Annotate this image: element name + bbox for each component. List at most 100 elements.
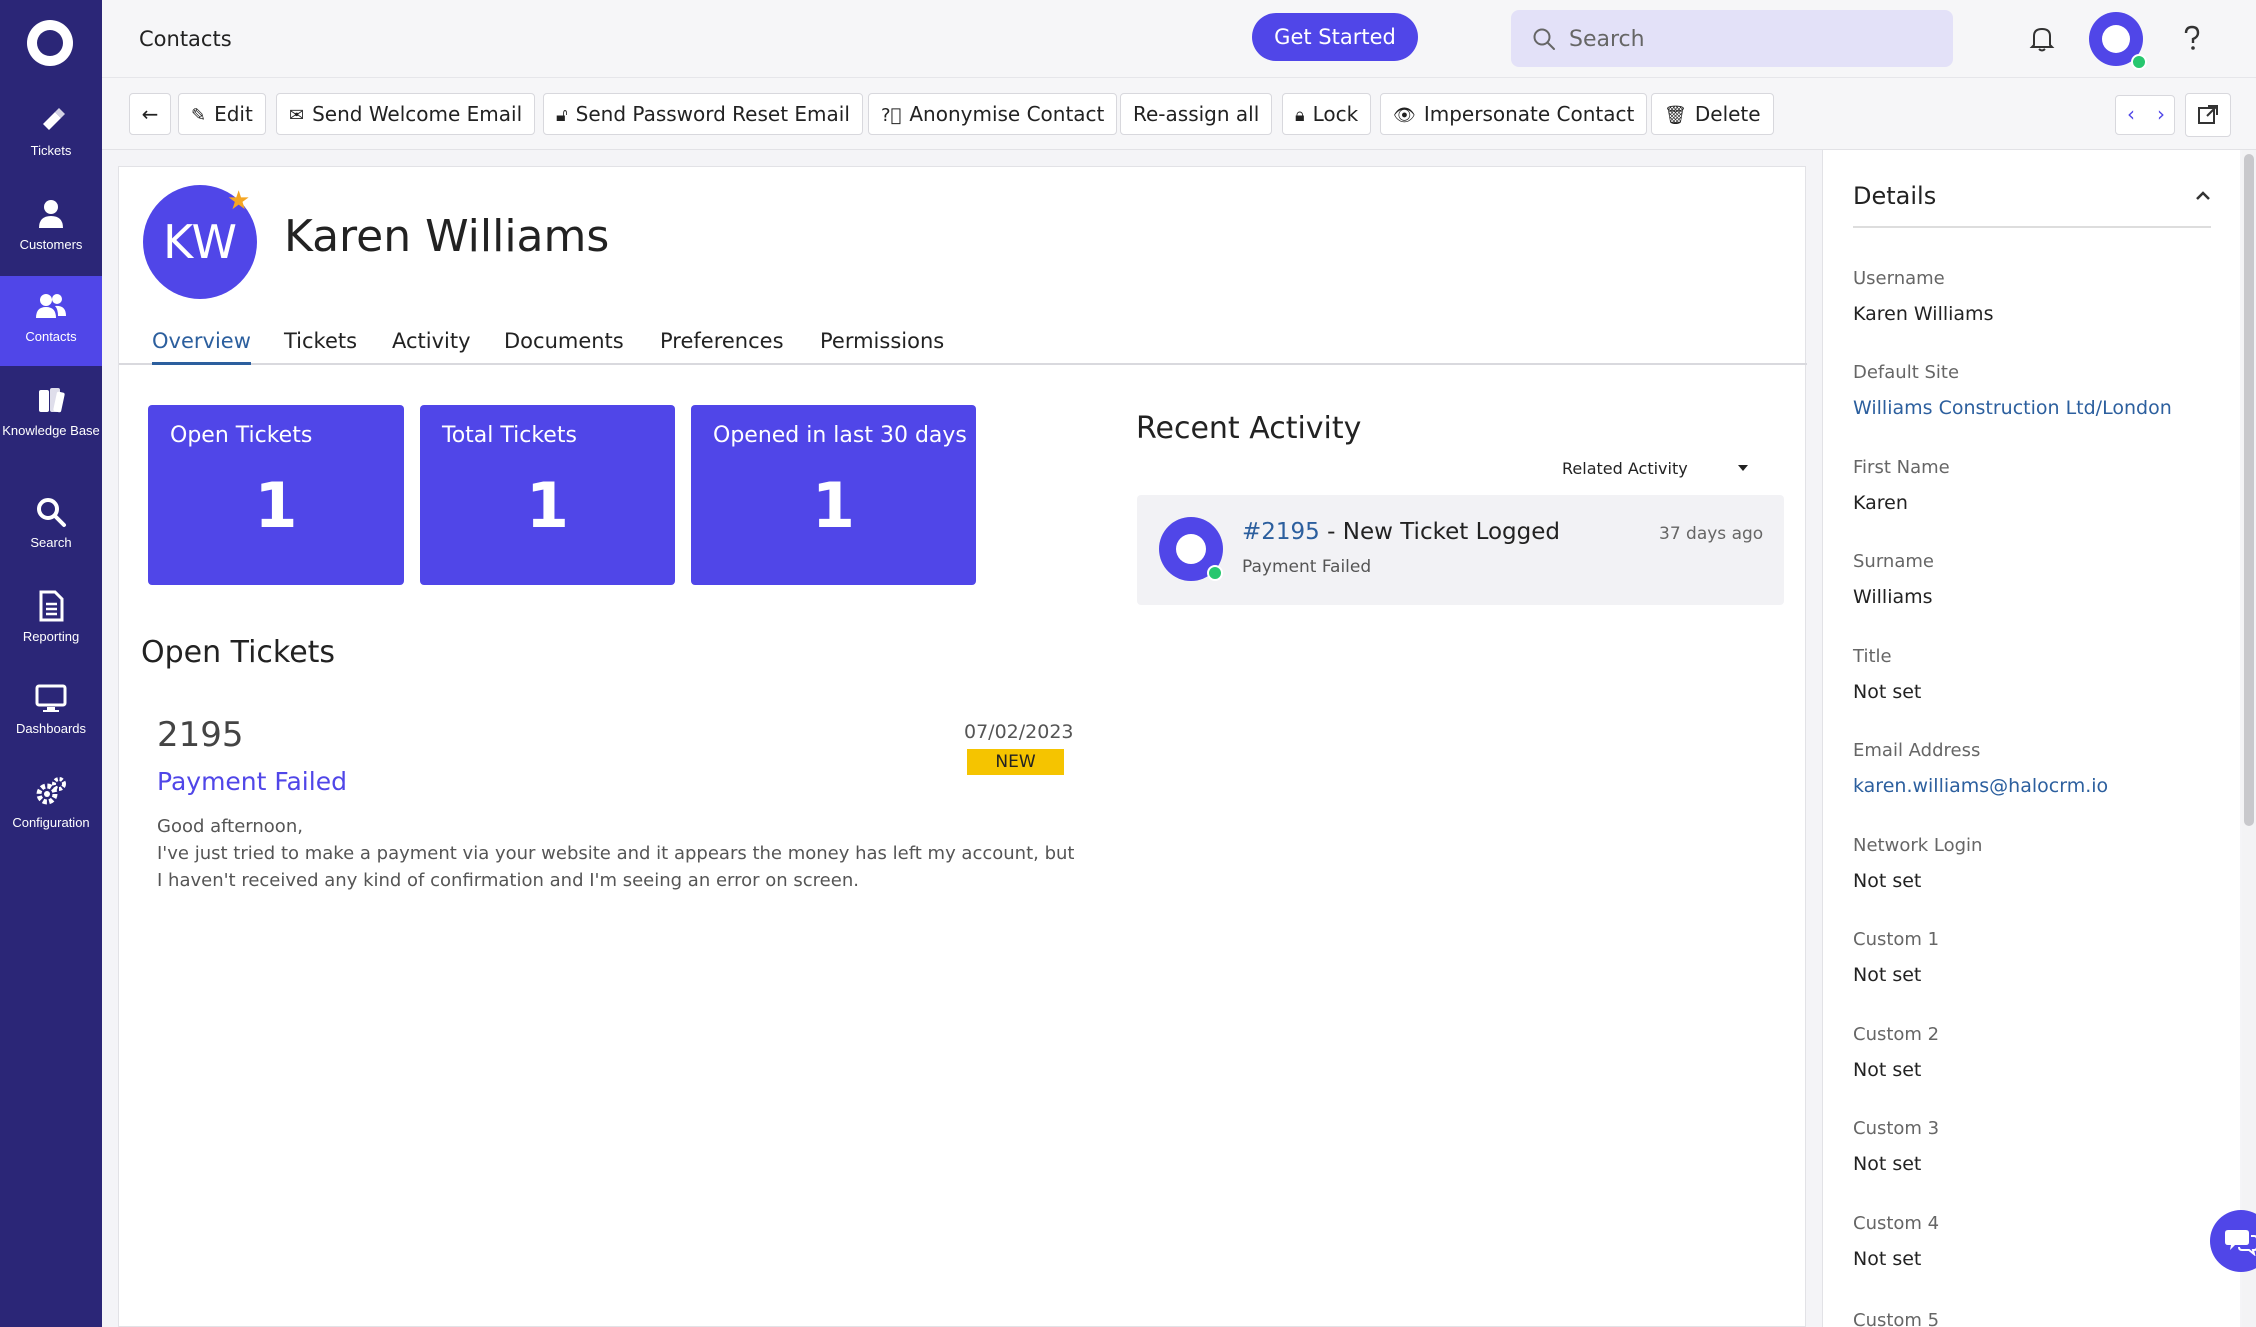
search-icon: [37, 498, 66, 527]
impersonate-contact-button[interactable]: 👁︎ Impersonate Contact: [1380, 93, 1648, 135]
scrollbar-thumb[interactable]: [2244, 154, 2254, 826]
field-label: Title: [1853, 646, 1892, 667]
sidebar-item-search[interactable]: Search: [0, 482, 102, 572]
sidebar-item-reporting[interactable]: Reporting: [0, 576, 102, 666]
search-input[interactable]: [1569, 22, 1929, 56]
field-label: Custom 3: [1853, 1118, 1940, 1139]
activity-time: 37 days ago: [1659, 524, 1764, 544]
delete-button[interactable]: 🗑︎ Delete: [1651, 93, 1774, 135]
sidebar-item-dashboards[interactable]: Dashboards: [0, 668, 102, 758]
details-divider: [1853, 226, 2211, 228]
stat-card-opened-last-30-days[interactable]: Opened in last 30 days 1: [691, 405, 976, 585]
field-label: Email Address: [1853, 740, 1981, 761]
ticket-body-line: I've just tried to make a payment via yo…: [157, 843, 1075, 864]
get-started-button[interactable]: Get Started: [1252, 13, 1418, 61]
tab-preferences[interactable]: Preferences: [660, 329, 784, 353]
field-title: Title Not set: [1853, 646, 1921, 703]
tab-activity[interactable]: Activity: [392, 329, 471, 353]
search-box[interactable]: [1511, 10, 1953, 67]
related-activity-dropdown[interactable]: Related Activity: [1562, 459, 1762, 478]
ticket-subject-link[interactable]: Payment Failed: [157, 767, 347, 796]
field-label: Surname: [1853, 551, 1934, 572]
ticket-icon: [43, 108, 65, 130]
activity-item[interactable]: #2195 - New Ticket Logged Payment Failed…: [1137, 495, 1784, 605]
field-value: Not set: [1853, 1248, 1922, 1270]
question-circle-icon: ?⃝: [881, 105, 902, 126]
sidebar-item-label: Knowledge Base: [2, 423, 100, 438]
send-welcome-email-button[interactable]: ✉ Send Welcome Email: [276, 93, 536, 135]
record-navigation: ‹ ›: [2115, 95, 2175, 135]
report-icon: [39, 590, 64, 622]
contact-tabs: Overview Tickets Activity Documents Pref…: [119, 319, 1807, 365]
open-in-new-window-button[interactable]: [2185, 93, 2231, 137]
sidebar-item-contacts[interactable]: Contacts: [0, 276, 102, 366]
contact-main-panel: KW ★ Karen Williams Overview Tickets Act…: [118, 166, 1807, 1327]
activity-ticket-link[interactable]: #2195: [1242, 519, 1320, 545]
tab-tickets[interactable]: Tickets: [284, 329, 357, 353]
field-custom-1: Custom 1 Not set: [1853, 929, 1939, 986]
sidebar-item-label: Reporting: [22, 629, 80, 644]
unlock-icon: 🔓︎: [556, 105, 568, 126]
bell-icon[interactable]: [2025, 21, 2059, 55]
default-site-link[interactable]: Williams Construction Ltd/London: [1853, 397, 2172, 419]
field-label: Custom 5: [1853, 1310, 1940, 1327]
sidebar-item-label: Dashboards: [15, 721, 87, 736]
user-avatar[interactable]: [2089, 12, 2147, 70]
edit-icon: ✎: [191, 105, 207, 126]
field-value: Not set: [1853, 964, 1922, 986]
stat-card-open-tickets[interactable]: Open Tickets 1: [148, 405, 404, 585]
stat-card-total-tickets[interactable]: Total Tickets 1: [420, 405, 675, 585]
field-label: Custom 2: [1853, 1024, 1940, 1045]
field-first-name: First Name Karen: [1853, 457, 1950, 514]
activity-separator: -: [1319, 519, 1343, 545]
email-address-link[interactable]: karen.williams@halocrm.io: [1853, 775, 2108, 797]
anonymise-contact-button[interactable]: ?⃝ Anonymise Contact: [868, 93, 1118, 135]
tab-permissions[interactable]: Permissions: [820, 329, 944, 353]
sidebar-item-label: Configuration: [12, 815, 90, 830]
field-custom-5: Custom 5: [1853, 1310, 1939, 1327]
field-network-login: Network Login Not set: [1853, 835, 1982, 892]
tab-overview[interactable]: Overview: [152, 329, 251, 365]
field-value: Williams: [1853, 586, 1933, 608]
gears-icon: [36, 777, 66, 805]
send-password-reset-email-button[interactable]: 🔓︎ Send Password Reset Email: [543, 93, 863, 135]
field-label: Username: [1853, 268, 1945, 289]
previous-record-button[interactable]: ‹: [2116, 102, 2146, 126]
next-record-button[interactable]: ›: [2146, 102, 2176, 126]
lock-button[interactable]: 🔒︎ Lock: [1282, 93, 1372, 135]
field-value: Not set: [1853, 681, 1922, 703]
sidebar: Tickets Customers Contacts Knowledge Bas…: [0, 0, 102, 1327]
online-status-dot: [2131, 54, 2147, 70]
stat-value: 1: [811, 469, 856, 542]
edit-label: Edit: [214, 102, 253, 126]
activity-subtitle: Payment Failed: [1242, 557, 1372, 577]
field-custom-2: Custom 2 Not set: [1853, 1024, 1939, 1081]
stat-label: Open Tickets: [170, 423, 313, 448]
stat-label: Opened in last 30 days: [713, 423, 967, 448]
field-label: Custom 1: [1853, 929, 1940, 950]
monitor-icon: [35, 684, 67, 712]
app-logo[interactable]: [27, 20, 73, 66]
sidebar-item-knowledge-base[interactable]: Knowledge Base: [0, 370, 102, 460]
delete-label: Delete: [1694, 102, 1761, 126]
sidebar-item-tickets[interactable]: Tickets: [0, 90, 102, 180]
details-scrollbar[interactable]: [2242, 150, 2256, 1327]
page-title: Contacts: [139, 27, 232, 51]
sidebar-item-customers[interactable]: Customers: [0, 184, 102, 274]
field-label: Network Login: [1853, 835, 1983, 856]
help-icon[interactable]: [2175, 21, 2209, 55]
activity-text: New Ticket Logged: [1342, 519, 1560, 545]
edit-button[interactable]: ✎ Edit: [178, 93, 266, 135]
lock-label: Lock: [1312, 102, 1359, 126]
reassign-all-button[interactable]: Re-assign all: [1120, 93, 1273, 135]
customer-icon: [39, 200, 63, 228]
back-button[interactable]: ←: [129, 93, 171, 135]
tab-documents[interactable]: Documents: [504, 329, 624, 353]
sidebar-item-configuration[interactable]: Configuration: [0, 762, 102, 852]
chevron-up-icon[interactable]: [2193, 186, 2213, 206]
field-value: Not set: [1853, 1059, 1922, 1081]
field-value: Not set: [1853, 870, 1922, 892]
stat-label: Total Tickets: [442, 423, 577, 448]
sidebar-item-label: Contacts: [25, 329, 77, 344]
field-email-address: Email Address karen.williams@halocrm.io: [1853, 740, 2108, 797]
